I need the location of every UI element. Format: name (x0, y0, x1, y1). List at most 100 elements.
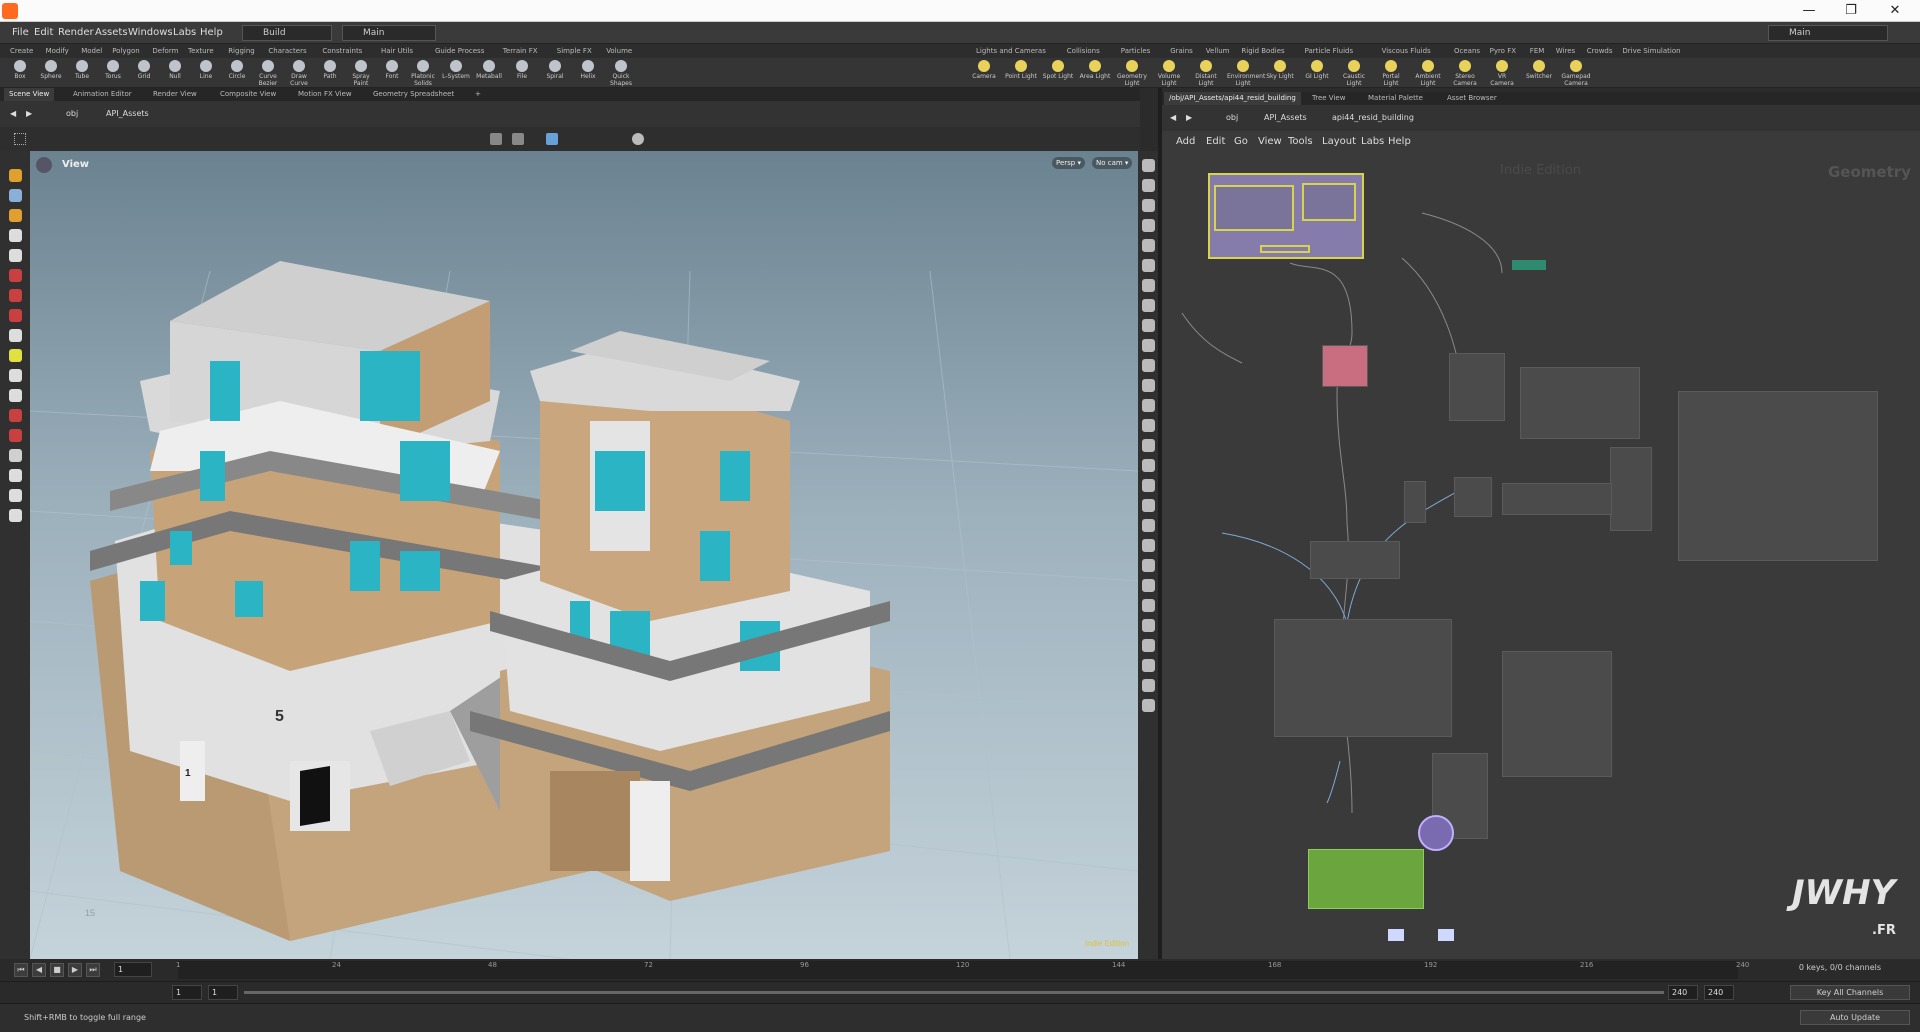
tool-geometry-light[interactable]: Geometry Light (1116, 59, 1148, 87)
display-option-icon[interactable] (1142, 699, 1155, 712)
node-icon[interactable] (1438, 929, 1454, 941)
shelf-tab-polygon[interactable]: Polygon (108, 44, 144, 58)
display-option-icon[interactable] (1142, 279, 1155, 292)
end-frame-field-2[interactable]: 240 (1704, 985, 1734, 1000)
shelf-tab-lights-and-cameras[interactable]: Lights and Cameras (972, 44, 1050, 58)
shelf-tab-modify[interactable]: Modify (42, 44, 73, 58)
network-box[interactable] (1520, 367, 1640, 439)
shelf-tab-hair-utils[interactable]: Hair Utils (377, 44, 417, 58)
shelf-tab-pyro-fx[interactable]: Pyro FX (1486, 44, 1520, 58)
node-icon[interactable] (1388, 929, 1404, 941)
tab-material-palette[interactable]: Material Palette (1363, 92, 1428, 105)
tool-icon[interactable] (9, 269, 22, 282)
shelf-tab-drive-simulation[interactable]: Drive Simulation (1618, 44, 1684, 58)
tool-spiral[interactable]: Spiral (539, 59, 571, 87)
menu-render[interactable]: Render (58, 22, 94, 44)
shelf-tab-simple-fx[interactable]: Simple FX (553, 44, 596, 58)
tool-box[interactable]: Box (4, 59, 36, 87)
menu-labs[interactable]: Labs (173, 22, 196, 44)
net-menu-go[interactable]: Go (1234, 131, 1248, 153)
tool-torus[interactable]: Torus (97, 59, 129, 87)
maximize-button[interactable]: ❐ (1828, 0, 1874, 22)
display-option-icon[interactable] (1142, 559, 1155, 572)
tool-icon[interactable] (9, 169, 22, 182)
tab-animation-editor[interactable]: Animation Editor (68, 88, 137, 101)
minimize-button[interactable]: — (1786, 0, 1832, 22)
tool-switcher[interactable]: Switcher (1523, 59, 1555, 87)
breadcrumb-api-assets[interactable]: API_Assets (106, 107, 149, 121)
tool-area-light[interactable]: Area Light (1079, 59, 1111, 87)
shelf-tab-oceans[interactable]: Oceans (1450, 44, 1484, 58)
auto-update-button[interactable]: Auto Update (1800, 1010, 1910, 1025)
tool-stereo-camera[interactable]: Stereo Camera (1449, 59, 1481, 87)
tab-network-path[interactable]: /obj/API_Assets/api44_resid_building (1164, 92, 1301, 105)
tool-caustic-light[interactable]: Caustic Light (1338, 59, 1370, 87)
display-option-icon[interactable] (1142, 299, 1155, 312)
node-pink[interactable] (1322, 345, 1368, 387)
tool-spot-light[interactable]: Spot Light (1042, 59, 1074, 87)
shelf-tab-crowds[interactable]: Crowds (1583, 44, 1617, 58)
display-option-icon[interactable] (1142, 319, 1155, 332)
tool-icon[interactable] (9, 489, 22, 502)
net-menu-labs[interactable]: Labs (1361, 131, 1384, 153)
display-option-icon[interactable] (1142, 199, 1155, 212)
tool-camera[interactable]: Camera (968, 59, 1000, 87)
tool-point-light[interactable]: Point Light (1005, 59, 1037, 87)
tool-portal-light[interactable]: Portal Light (1375, 59, 1407, 87)
display-option-icon[interactable] (1142, 619, 1155, 632)
camera-menu[interactable]: No cam ▾ (1092, 157, 1133, 169)
shelf-tab-wires[interactable]: Wires (1552, 44, 1579, 58)
net-menu-help[interactable]: Help (1388, 131, 1411, 153)
tool-draw-curve[interactable]: Draw Curve (283, 59, 315, 87)
tool-icon[interactable] (9, 429, 22, 442)
close-button[interactable]: ✕ (1872, 0, 1918, 22)
net-menu-view[interactable]: View (1258, 131, 1282, 153)
display-option-icon[interactable] (1142, 579, 1155, 592)
display-option-icon[interactable] (1142, 479, 1155, 492)
display-option-icon[interactable] (1142, 179, 1155, 192)
tool-icon[interactable] (9, 509, 22, 522)
network-box[interactable] (1274, 619, 1452, 737)
tool-null[interactable]: Null (159, 59, 191, 87)
node-green-teal[interactable] (1512, 260, 1546, 270)
grid-icon[interactable] (14, 133, 26, 145)
tool-path[interactable]: Path (314, 59, 346, 87)
tool-metaball[interactable]: Metaball (473, 59, 505, 87)
tab-asset-browser[interactable]: Asset Browser (1442, 92, 1502, 105)
tool-grid[interactable]: Grid (128, 59, 160, 87)
network-box[interactable] (1610, 447, 1652, 531)
network-box[interactable] (1678, 391, 1878, 561)
shelf-tab-create[interactable]: Create (6, 44, 37, 58)
tool-volume-light[interactable]: Volume Light (1153, 59, 1185, 87)
tab-composite-view[interactable]: Composite View (215, 88, 281, 101)
display-option-icon[interactable] (1142, 379, 1155, 392)
back-arrow-icon[interactable]: ◀ (10, 107, 16, 121)
tool-icon[interactable] (9, 409, 22, 422)
tool-icon[interactable] (9, 209, 22, 222)
snap-icon[interactable] (490, 133, 502, 145)
tool-curve-bezier[interactable]: Curve Bezier (252, 59, 284, 87)
tool-line[interactable]: Line (190, 59, 222, 87)
display-option-icon[interactable] (1142, 539, 1155, 552)
display-option-icon[interactable] (1142, 659, 1155, 672)
frame-field[interactable]: 1 (114, 962, 152, 977)
network-box-green[interactable] (1308, 849, 1424, 909)
tool-sphere[interactable]: Sphere (35, 59, 67, 87)
play-icon[interactable]: ▶ (68, 963, 82, 977)
net-menu-layout[interactable]: Layout (1322, 131, 1356, 153)
network-box-selected[interactable] (1208, 173, 1364, 259)
breadcrumb-building[interactable]: api44_resid_building (1332, 111, 1414, 125)
tool-icon[interactable] (9, 329, 22, 342)
display-option-icon[interactable] (1142, 679, 1155, 692)
shelf-tab-particle-fluids[interactable]: Particle Fluids (1301, 44, 1358, 58)
tool-gamepad-camera[interactable]: Gamepad Camera (1560, 59, 1592, 87)
end-frame-field[interactable]: 240 (1668, 985, 1698, 1000)
jump-end-icon[interactable]: ⏭ (86, 963, 100, 977)
display-option-icon[interactable] (1142, 419, 1155, 432)
tool-icon[interactable] (9, 449, 22, 462)
tool-icon[interactable] (9, 349, 22, 362)
key-all-channels-button[interactable]: Key All Channels (1790, 985, 1910, 1000)
start-frame-field-2[interactable]: 1 (208, 985, 238, 1000)
tool-icon[interactable] (9, 249, 22, 262)
tool-circle[interactable]: Circle (221, 59, 253, 87)
